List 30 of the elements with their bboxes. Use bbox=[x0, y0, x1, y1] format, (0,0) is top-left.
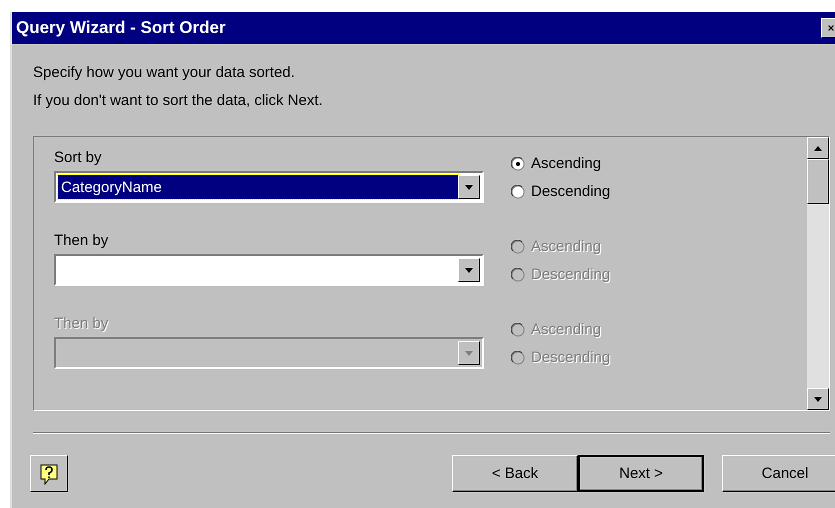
down-arrow-icon bbox=[814, 396, 822, 402]
down-arrow-icon bbox=[465, 350, 473, 356]
sort-order-label: Descending bbox=[531, 348, 610, 368]
scrollbar[interactable] bbox=[807, 137, 829, 410]
sort-order-label: Ascending bbox=[531, 154, 602, 174]
instruction-text: Specify how you want your data sorted. bbox=[33, 63, 296, 82]
down-arrow-icon bbox=[465, 184, 473, 190]
window-title: Query Wizard - Sort Order bbox=[16, 18, 226, 38]
sort-order-label: Ascending bbox=[531, 320, 602, 340]
help-button[interactable] bbox=[30, 455, 68, 492]
close-button[interactable] bbox=[821, 18, 835, 38]
wizard-button[interactable]: < Back bbox=[452, 455, 578, 492]
radio-button[interactable] bbox=[511, 157, 525, 171]
close-icon bbox=[828, 23, 834, 33]
sort-order-label: Descending bbox=[531, 265, 610, 285]
up-arrow-icon bbox=[814, 146, 822, 150]
wizard-button[interactable]: Cancel bbox=[722, 455, 835, 492]
sort-label: Then by bbox=[54, 315, 110, 333]
radio-button[interactable] bbox=[511, 185, 525, 199]
help-icon bbox=[39, 462, 59, 484]
sort-field-dropdown[interactable] bbox=[54, 254, 484, 286]
sort-label: Then by bbox=[54, 232, 110, 250]
sort-label: Sort by bbox=[54, 149, 103, 167]
scrollbar-thumb[interactable] bbox=[807, 159, 829, 204]
down-arrow-icon bbox=[465, 268, 473, 272]
sort-order-label: Descending bbox=[531, 182, 610, 202]
instruction-text: If you don't want to sort the data, click Next. bbox=[33, 91, 324, 110]
wizard-button[interactable]: Next > bbox=[578, 455, 704, 492]
sort-order-label: Ascending bbox=[531, 237, 602, 257]
sort-field-dropdown[interactable]: CategoryName bbox=[54, 171, 484, 203]
